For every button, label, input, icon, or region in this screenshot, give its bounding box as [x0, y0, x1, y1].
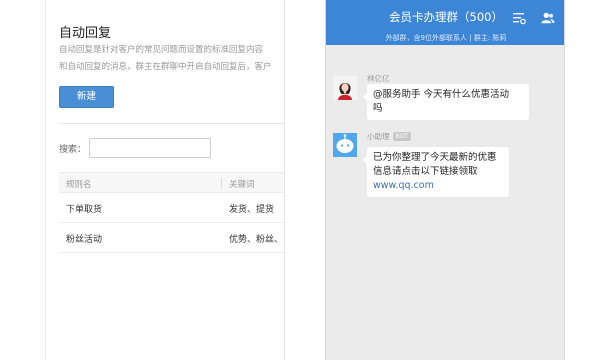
sender-name: 林亿亿 — [367, 74, 390, 83]
woman-portrait-avatar[interactable] — [333, 76, 357, 100]
table-header: 规则名 关键词 — [59, 172, 284, 193]
sender-name: 小助理 — [367, 132, 390, 141]
column-header-rule-name: 规则名 — [66, 180, 92, 190]
table-row[interactable]: 下单取货 发货、提货 — [59, 193, 284, 223]
rule-name-cell: 粉丝活动 — [66, 235, 103, 245]
chat-subtitle: 外部群，含9位外部联系人 | 群主: 陈莉 — [385, 34, 507, 42]
table-row[interactable]: 粉丝活动 优势、粉丝、 — [59, 223, 284, 253]
search-input[interactable] — [89, 138, 211, 158]
description-line-2: 和自动回复的消息，群主在群聊中开启自动回复后，客户 — [59, 62, 272, 72]
sender-name-row: 小助理 BOT — [367, 131, 411, 142]
page-description: 自动回复是针对客户的常见问题而设置的标准回复内容 和自动回复的消息，群主在群聊中… — [59, 42, 284, 76]
rule-name-cell: 下单取货 — [66, 205, 103, 215]
chat-title: 会员卡办理群（500） — [389, 10, 503, 24]
message-text-line: 已为你整理了今天最新的优惠 — [373, 152, 497, 163]
rules-table: 规则名 关键词 下单取货 发货、提货 粉丝活动 优势、粉丝、 — [59, 172, 284, 253]
section-divider — [59, 123, 284, 124]
chat-header: 会员卡办理群（500） 外部群，含9位外部联系人 | 群主: 陈莉 — [326, 0, 564, 45]
keywords-cell: 优势、粉丝、 — [229, 235, 284, 245]
group-chat-phone: 会员卡办理群（500） 外部群，含9位外部联系人 | 群主: 陈莉 林亿亿 @服… — [325, 0, 565, 360]
column-separator — [221, 178, 222, 189]
message-text-line: 吗 — [373, 103, 383, 114]
description-line-1: 自动回复是针对客户的常见问题而设置的标准回复内容 — [59, 45, 264, 55]
new-rule-button[interactable]: 新建 — [59, 86, 114, 108]
column-header-keywords: 关键词 — [229, 180, 255, 190]
message-text-line: @服务助手 今天有什么优惠活动 — [373, 89, 510, 100]
auto-reply-admin-panel: 自动回复 自动回复是针对客户的常见问题而设置的标准回复内容 和自动回复的消息，群… — [45, 0, 285, 360]
message-text-line: 信息请点击以下链接领取 — [373, 166, 478, 177]
keywords-cell: 发货、提货 — [229, 205, 275, 215]
group-members-icon[interactable] — [541, 11, 555, 25]
message-bubble[interactable]: 已为你整理了今天最新的优惠 信息请点击以下链接领取 www.qq.com — [363, 147, 509, 197]
bot-badge: BOT — [392, 132, 411, 141]
message-link[interactable]: www.qq.com — [373, 179, 503, 193]
list-settings-icon[interactable] — [512, 11, 526, 25]
search-label: 搜索： — [59, 145, 87, 155]
message-bubble[interactable]: @服务助手 今天有什么优惠活动 吗 — [363, 84, 529, 120]
page-title: 自动回复 — [59, 26, 112, 41]
bot-avatar[interactable] — [333, 133, 357, 157]
